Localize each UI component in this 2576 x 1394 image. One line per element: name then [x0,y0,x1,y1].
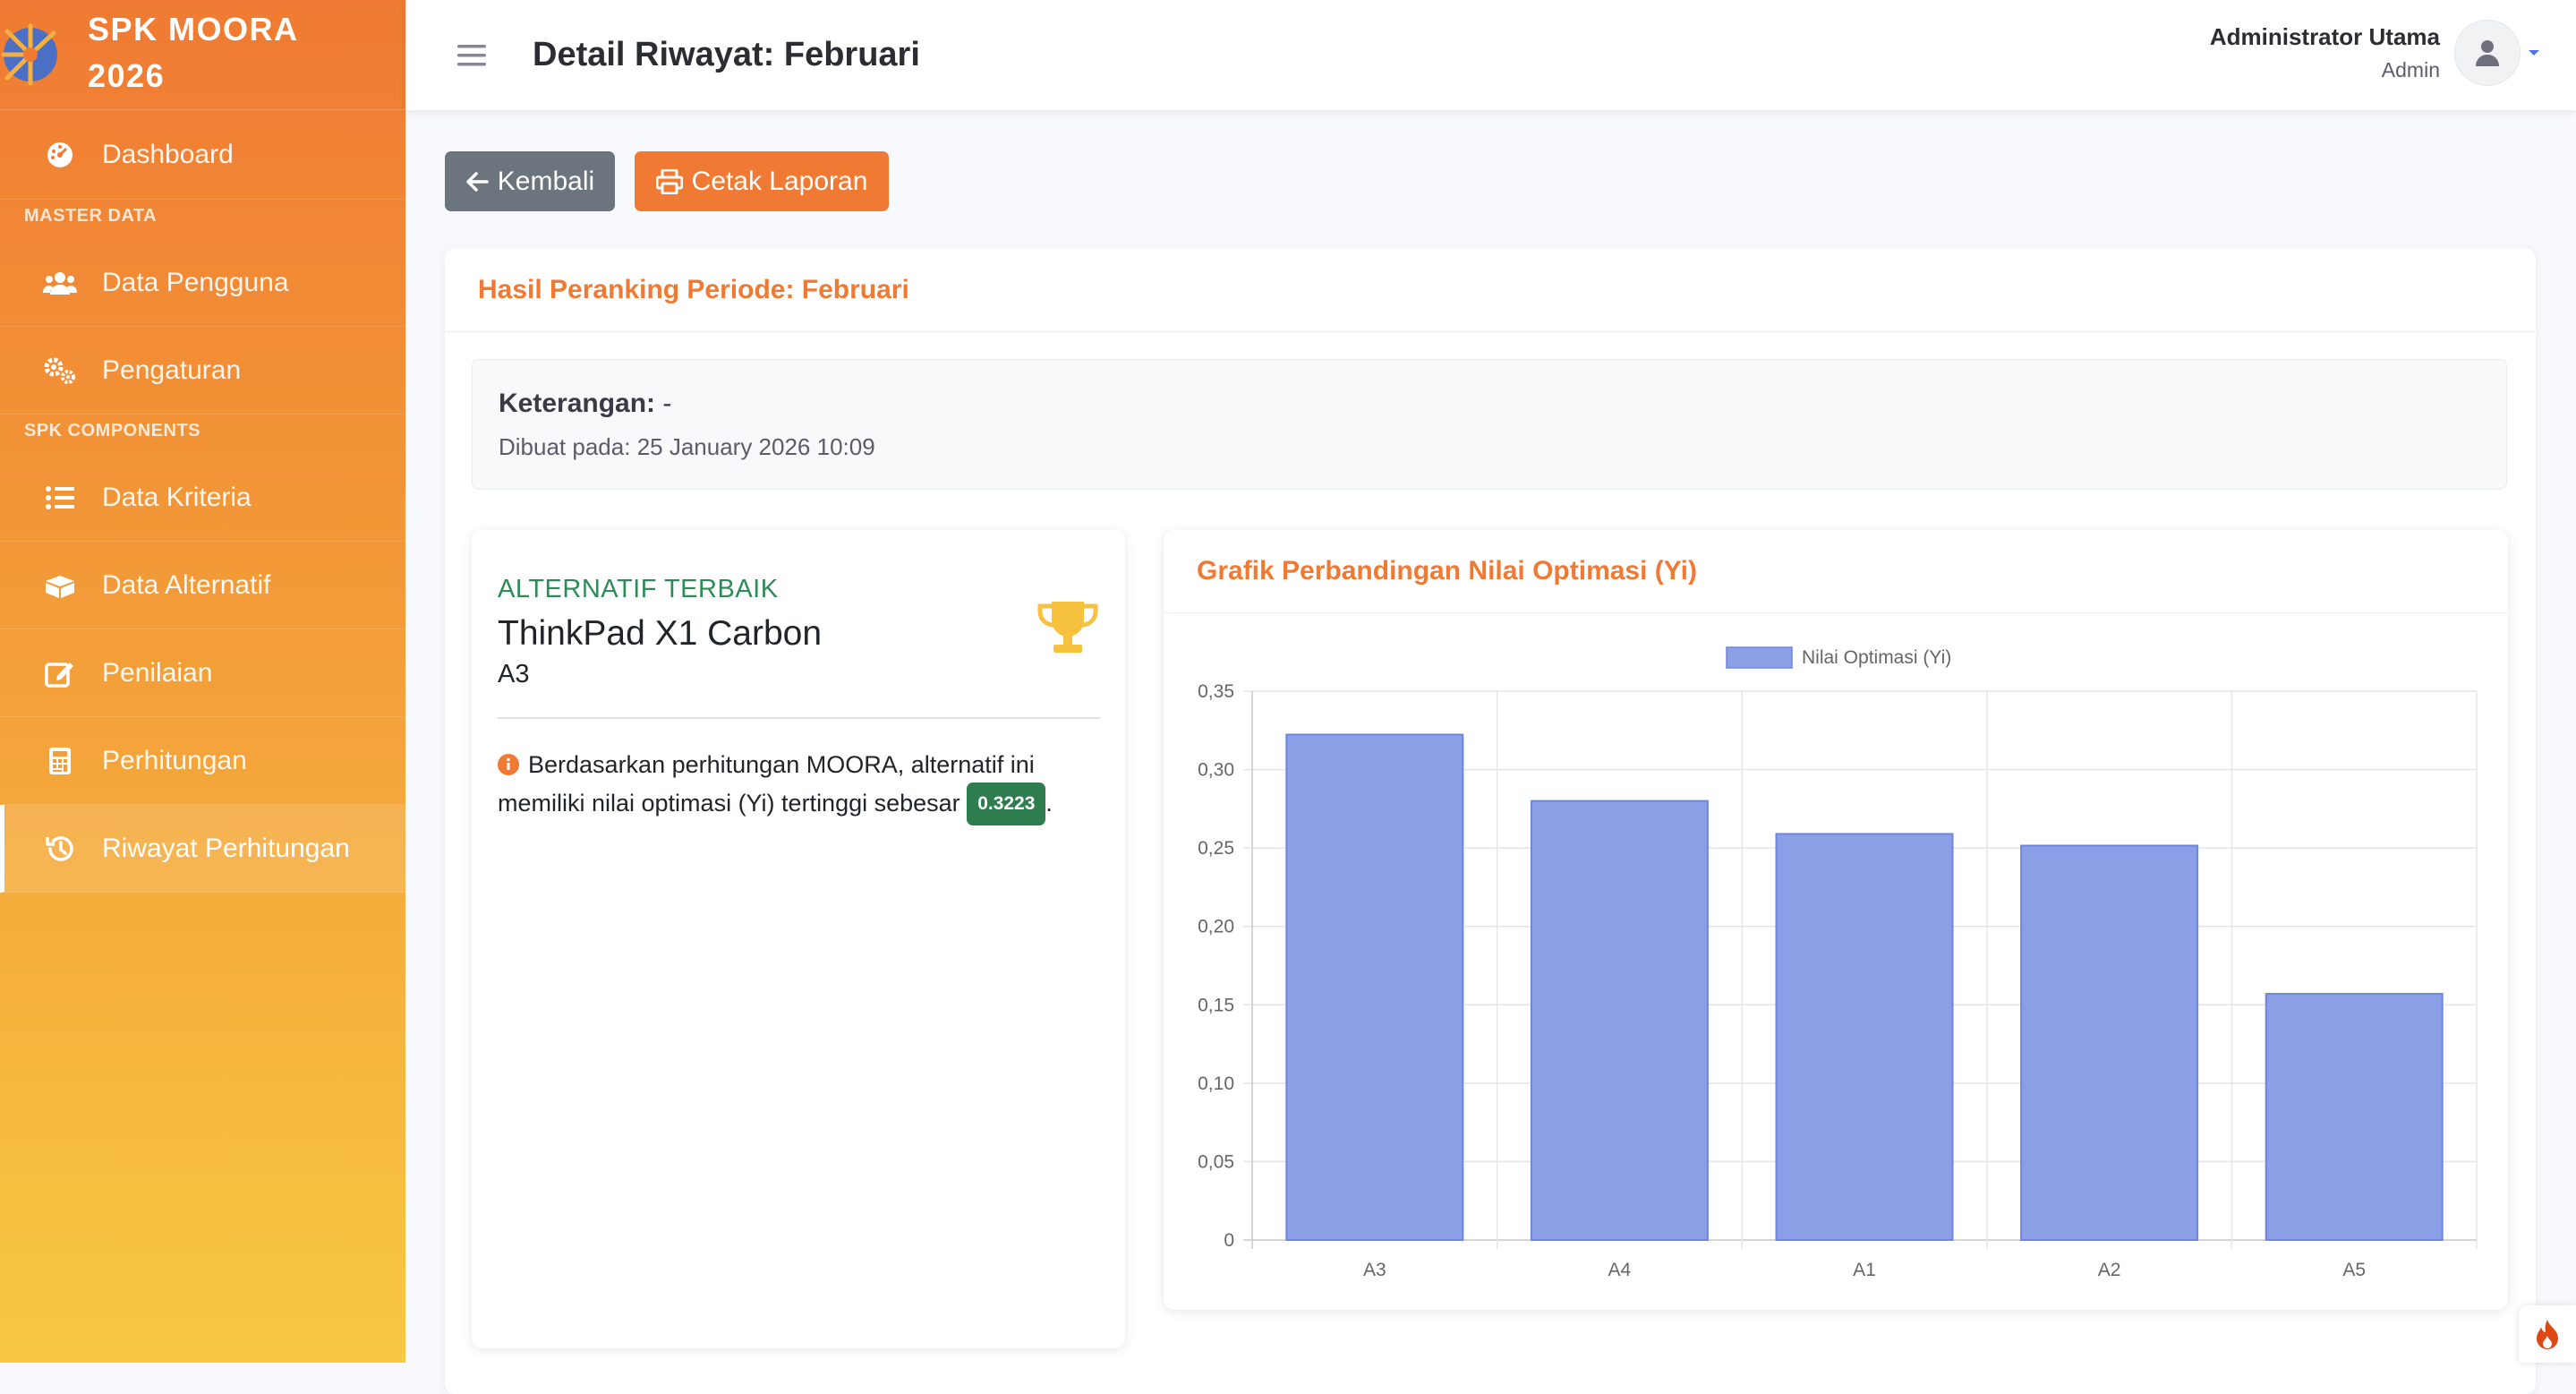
x-tick-label: A2 [2098,1260,2121,1280]
bar-a1 [1775,833,1954,1241]
chart-title: Grafik Perbandingan Nilai Optimasi (Yi) [1164,530,2508,613]
info-circle-icon [498,754,519,775]
nav-heading-master-data: MASTER DATA [24,206,158,226]
user-role: Admin [2381,58,2440,81]
cogs-icon [43,354,77,388]
info-box: Keterangan: - Dibuat pada: 25 January 20… [472,359,2507,490]
sidebar-item-data-alternatif[interactable]: Data Alternatif [0,542,405,629]
hamburger-menu-icon[interactable] [456,42,488,69]
sidebar-item-label: Perhitungan [102,745,247,775]
user-name: Administrator Utama [2209,23,2440,50]
avatar[interactable] [2454,20,2521,86]
best-alternative-card: ALTERNATIF TERBAIK ThinkPad X1 Carbon A3… [472,530,1125,1348]
sidebar-item-label: Data Kriteria [102,482,252,512]
divider [498,717,1100,719]
bar-a4 [1530,800,1709,1241]
created-line: Dibuat pada: 25 January 2026 10:09 [499,433,2506,461]
trophy-icon [1037,602,1098,653]
legend-label: Nilai Optimasi (Yi) [1802,647,1951,668]
user-info: Administrator Utama Admin [2210,23,2440,82]
sidebar-item-penilaian[interactable]: Penilaian [0,629,405,717]
back-button[interactable]: Kembali [445,151,615,211]
y-tick-label: 0,25 [1198,838,1234,859]
chart-card: Grafik Perbandingan Nilai Optimasi (Yi) … [1164,530,2508,1310]
x-tick-label: A1 [1853,1260,1876,1280]
user-menu[interactable]: Administrator Utama Admin [2210,20,2540,86]
bar-a3 [1285,733,1464,1241]
list-icon [43,481,77,515]
arrow-left-icon [466,171,489,192]
keterangan-label: Keterangan: [499,389,656,418]
keterangan-line: Keterangan: - [499,389,2506,419]
sidebar-item-perhitungan[interactable]: Perhitungan [0,717,405,805]
sidebar-item-label: Data Pengguna [102,267,289,297]
sidebar-item-dashboard[interactable]: Dashboard [0,110,405,200]
best-alternative-description: Berdasarkan perhitungan MOORA, alternati… [498,747,1097,825]
user-icon [2476,40,2499,66]
print-report-button-label: Cetak Laporan [691,166,868,196]
x-tick-label: A3 [1363,1260,1386,1280]
gauge-icon [43,138,77,172]
y-tick-label: 0,30 [1198,760,1234,781]
brand[interactable]: SPK MOORA 2026 [0,0,405,110]
topbar: Detail Riwayat: Februari Administrator U… [405,0,2576,110]
bar-a5 [2265,993,2444,1241]
chevron-down-icon[interactable] [2528,48,2540,57]
best-alternative-code: A3 [498,660,530,688]
bar-a2 [2020,844,2199,1241]
page-title: Detail Riwayat: Februari [533,36,920,73]
boxes-icon [43,569,77,603]
x-tick-label: A5 [2342,1260,2366,1280]
y-tick-label: 0 [1224,1230,1234,1251]
print-report-button[interactable]: Cetak Laporan [635,151,889,211]
description-text: Berdasarkan perhitungan MOORA, alternati… [498,751,1035,817]
created-value: 25 January 2026 10:09 [636,433,875,460]
sidebar-item-label: Dashboard [102,139,234,169]
debug-toolbar-toggle[interactable] [2519,1305,2576,1363]
y-tick-label: 0,10 [1198,1073,1234,1094]
back-button-label: Kembali [497,166,595,196]
nav-heading-spk-components: SPK COMPONENTS [24,421,201,440]
users-icon [43,266,77,300]
sidebar-item-label: Riwayat Perhitungan [102,833,350,863]
ranking-result-header: Hasil Peranking Periode: Februari [445,248,2536,332]
sidebar-item-label: Penilaian [102,657,213,688]
brand-line2: 2026 [88,57,166,94]
ranking-result-card: Hasil Peranking Periode: Februari Ketera… [445,248,2536,1394]
created-label: Dibuat pada: [499,433,631,460]
sidebar: SPK MOORA 2026 Dashboard MASTER DATA Dat… [0,0,405,1363]
best-alternative-label: ALTERNATIF TERBAIK [498,575,779,603]
flame-icon [2537,1320,2558,1349]
brand-title: SPK MOORA 2026 [88,6,299,99]
y-tick-label: 0,20 [1198,917,1234,937]
history-icon [43,832,77,866]
y-tick-label: 0,05 [1198,1151,1234,1172]
legend-swatch [1726,646,1793,669]
description-end: . [1045,790,1053,817]
keterangan-value: - [662,389,672,418]
print-icon [655,168,683,194]
calculator-icon [43,744,77,778]
sidebar-item-pengaturan[interactable]: Pengaturan [0,327,405,415]
sidebar-item-data-pengguna[interactable]: Data Pengguna [0,239,405,327]
sidebar-item-data-kriteria[interactable]: Data Kriteria [0,454,405,542]
bar-chart: Nilai Optimasi (Yi) 0 0,05 0,10 0,15 0,20 0,25… [1198,646,2478,1280]
best-alternative-name: ThinkPad X1 Carbon [498,614,823,653]
x-tick-label: A4 [1608,1260,1632,1280]
sidebar-item-riwayat-perhitungan[interactable]: Riwayat Perhitungan [0,805,405,893]
sidebar-item-label: Pengaturan [102,355,242,385]
edit-icon [43,656,77,690]
brand-logo-icon [1,23,57,86]
brand-line1: SPK MOORA [88,11,299,47]
y-tick-label: 0,15 [1198,995,1234,1015]
sidebar-item-label: Data Alternatif [102,569,271,600]
y-tick-label: 0,35 [1198,681,1234,702]
score-badge: 0.3223 [967,783,1046,825]
